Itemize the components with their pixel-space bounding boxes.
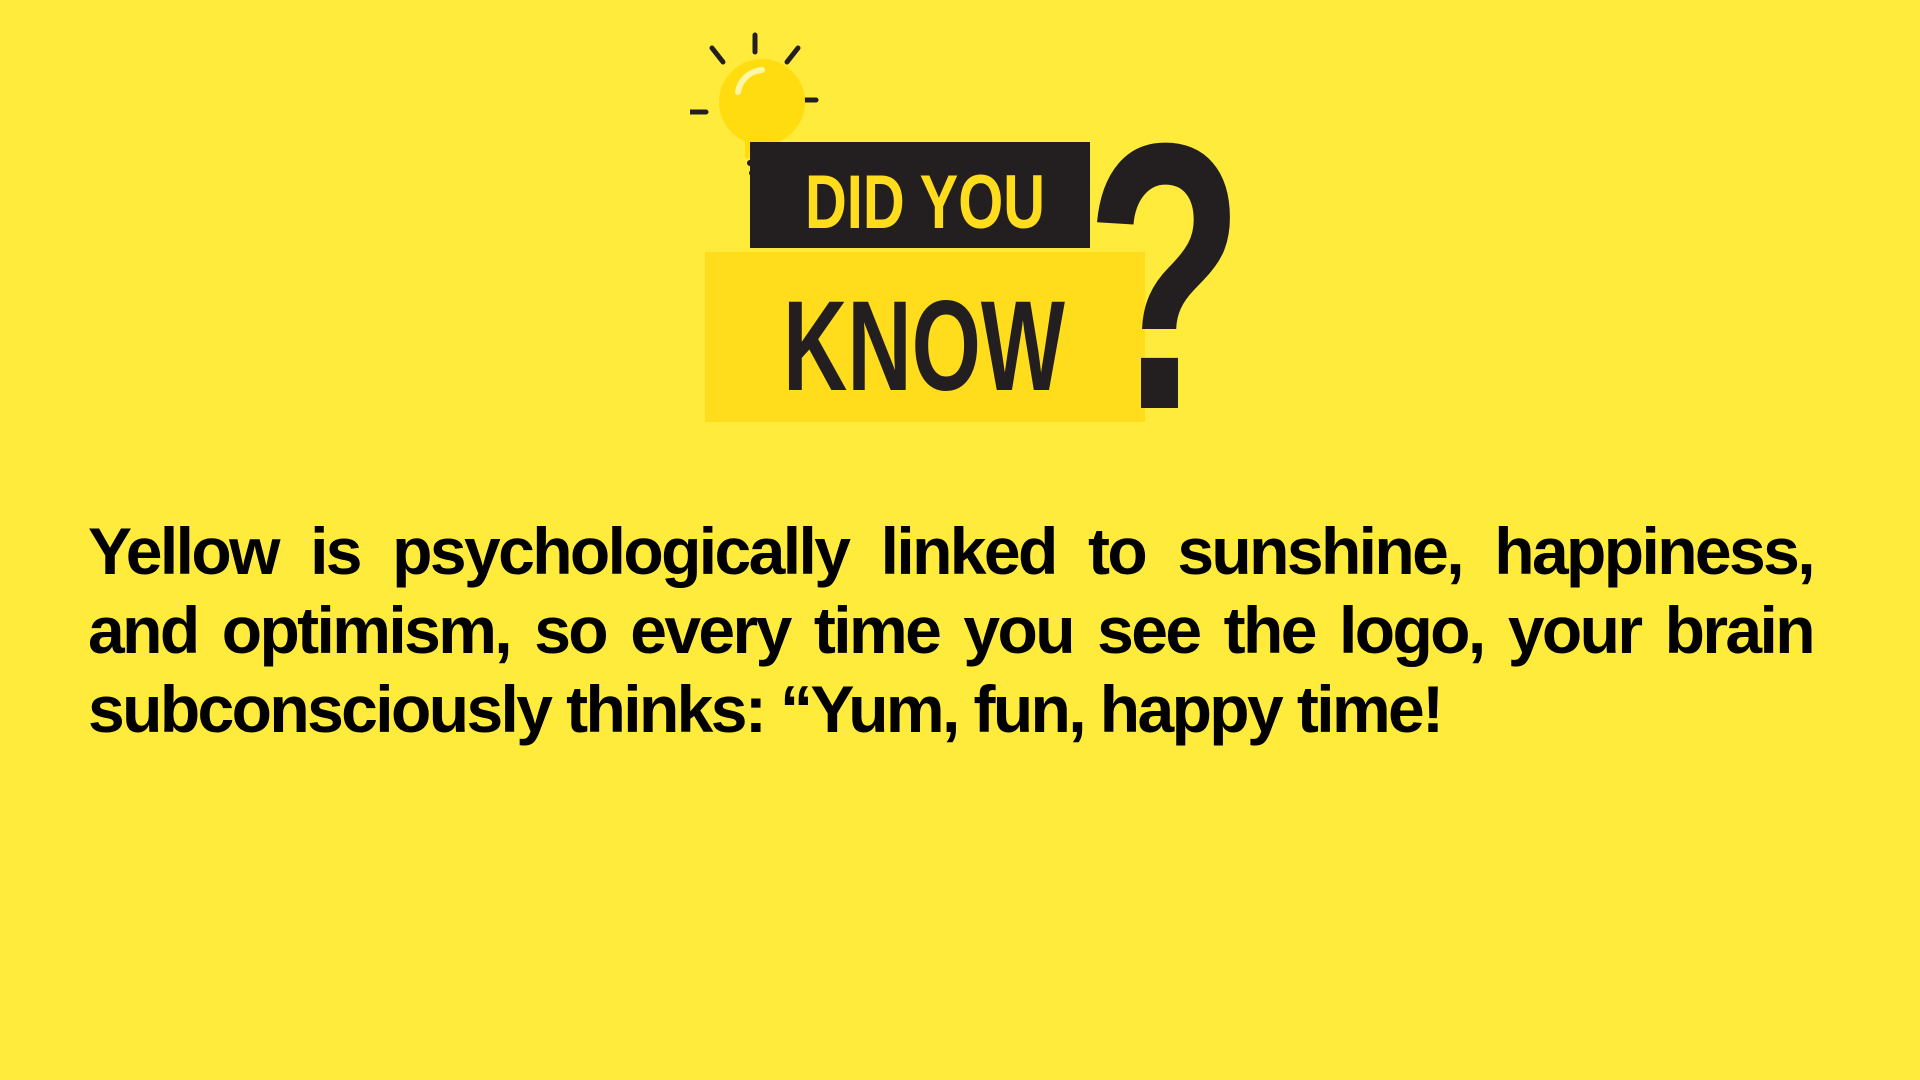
fact-text: Yellow is psychologically linked to suns… (88, 514, 1816, 746)
logo-line1: DID YOU (805, 160, 1045, 245)
question-mark-icon: ? (1085, 64, 1245, 430)
logo-line2: KNOW (783, 275, 1065, 418)
did-you-know-logo: DID YOU KNOW ? (690, 30, 1260, 430)
